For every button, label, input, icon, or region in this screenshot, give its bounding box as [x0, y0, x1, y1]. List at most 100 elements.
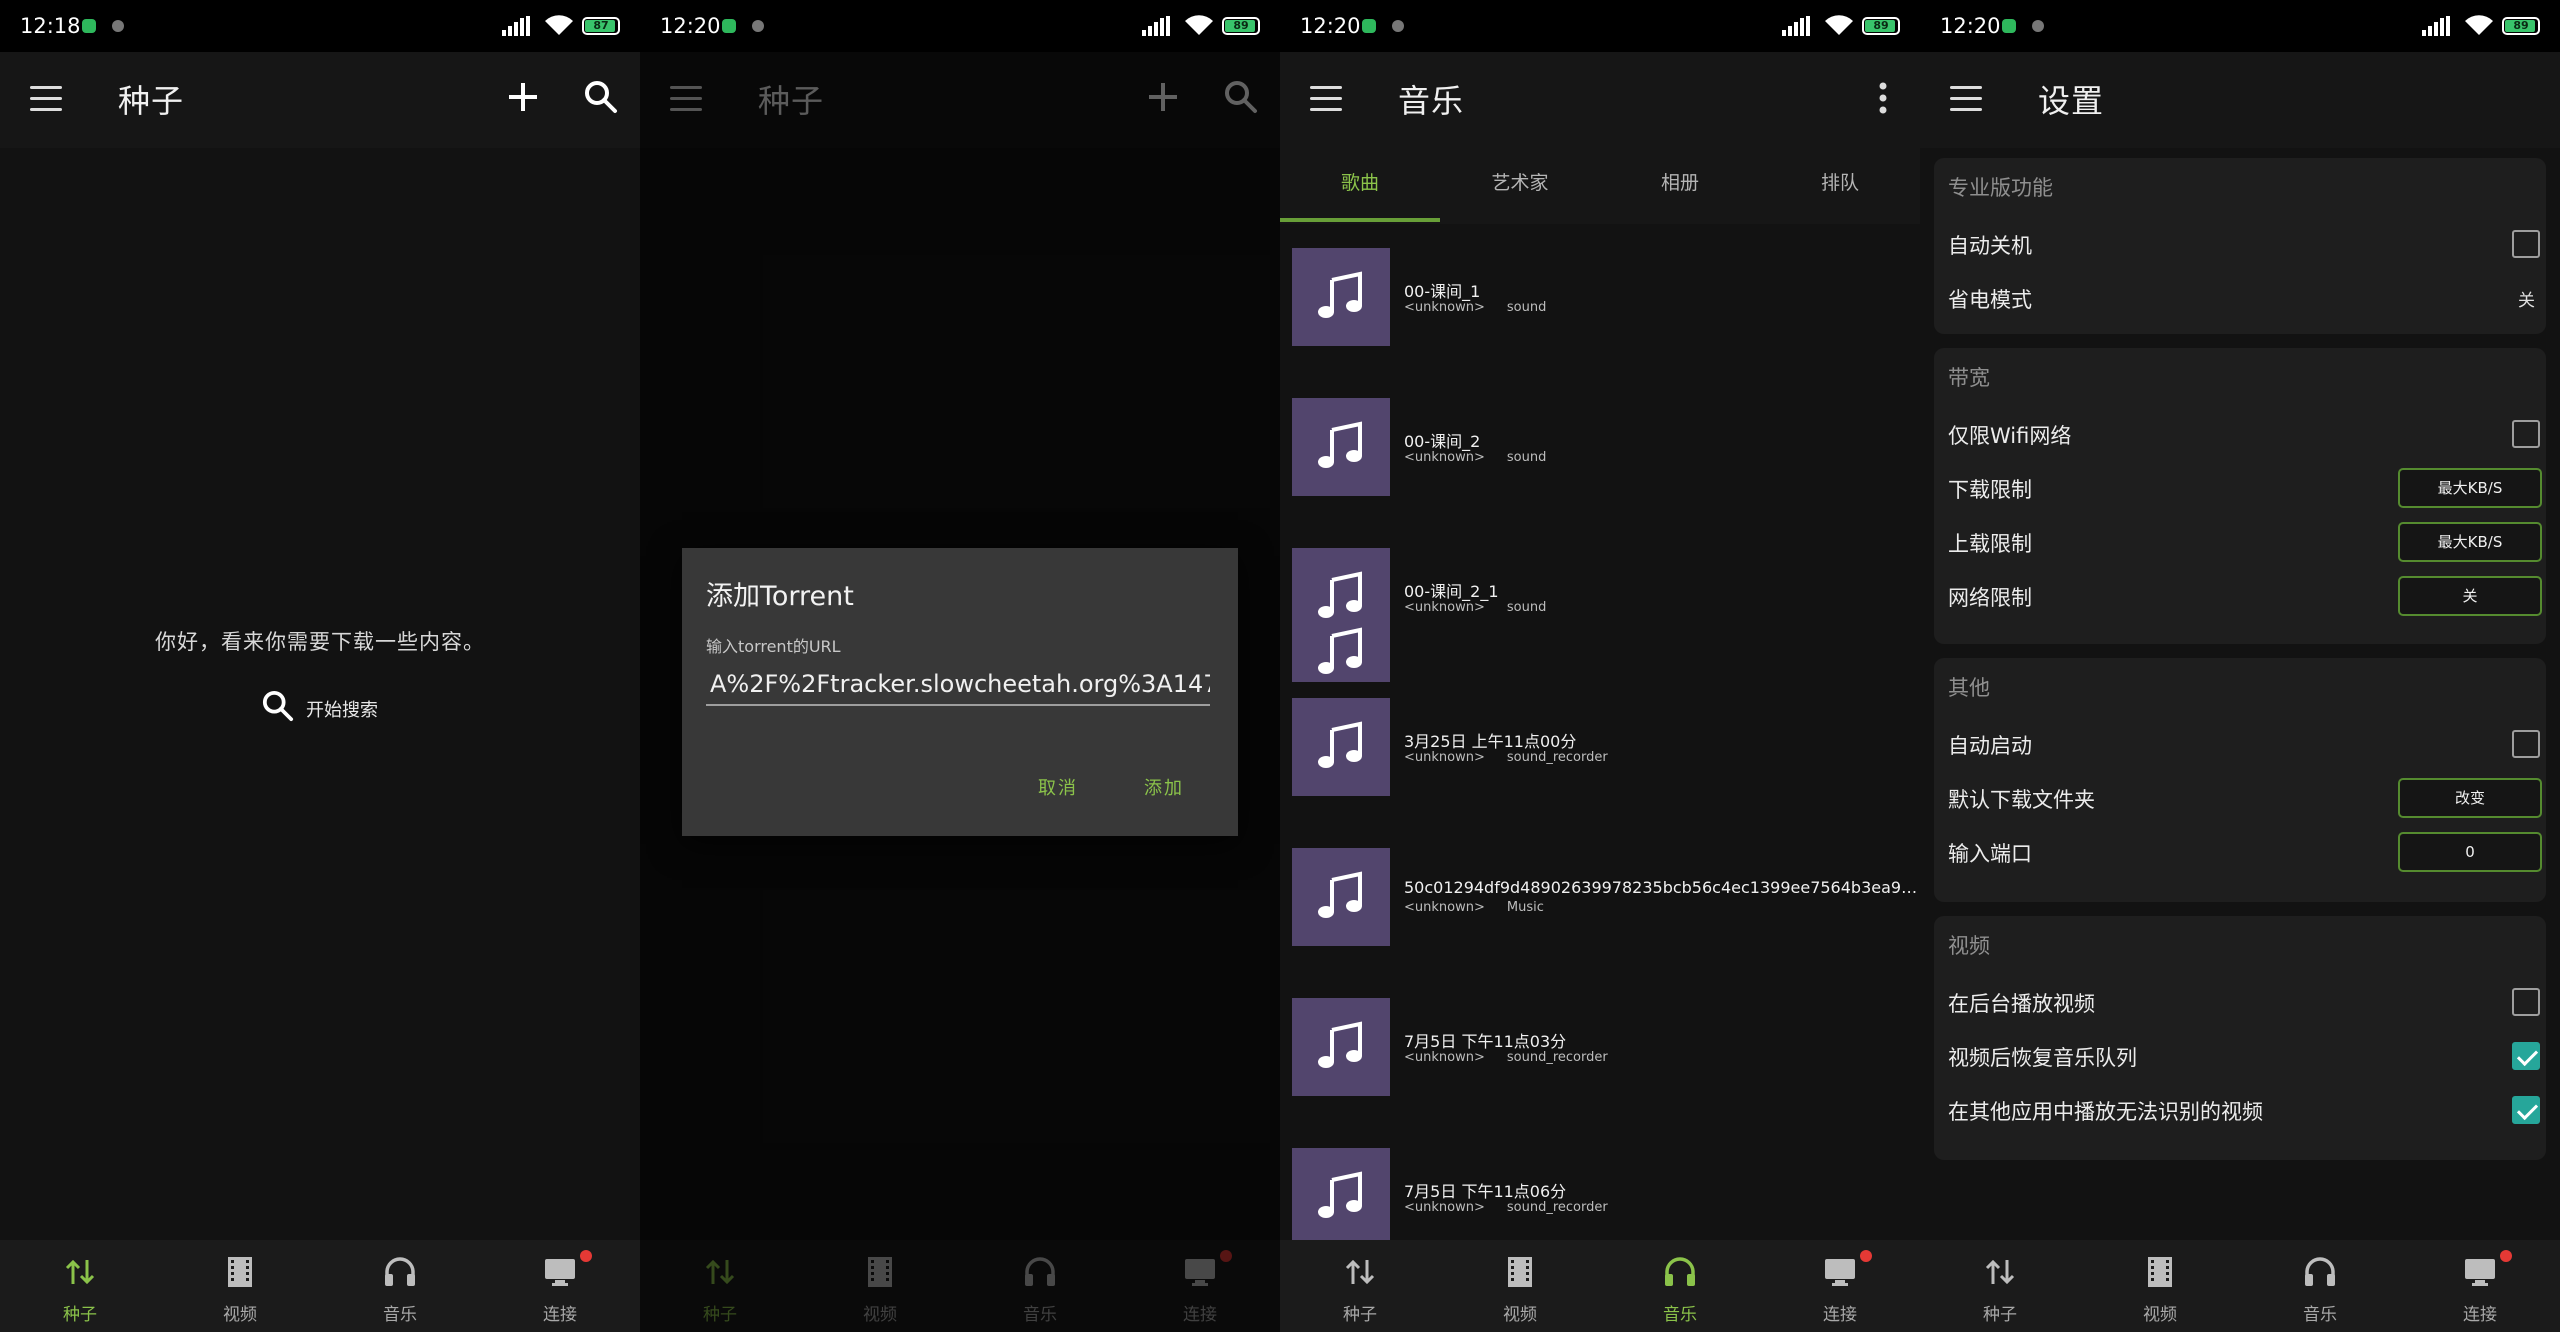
background-play-checkbox[interactable]	[2512, 988, 2540, 1016]
nav-music[interactable]: 音乐	[2240, 1240, 2400, 1332]
app-toolbar: 音乐	[1280, 52, 1920, 148]
song-item[interactable]: 7月5日 下午11点03分 <unknown> sound_recorder	[1292, 998, 1912, 1098]
nav-connect[interactable]: 连接	[2400, 1240, 2560, 1332]
port-input[interactable]: 0	[2398, 832, 2542, 872]
nav-label: 音乐	[1663, 1305, 1697, 1325]
song-album: sound_recorder	[1506, 1050, 1608, 1065]
torrent-url-input[interactable]: A%2F%2Ftracker.slowcheetah.org%3A14720	[706, 666, 1210, 706]
transfer-arrows-icon	[1345, 1259, 1375, 1285]
wifi-only-checkbox[interactable]	[2512, 420, 2540, 448]
monitor-icon	[545, 1259, 575, 1286]
notification-badge	[1860, 1250, 1872, 1262]
power-save-value[interactable]: 关	[2518, 286, 2535, 311]
song-artist: <unknown>	[1404, 300, 1485, 315]
auto-shutdown-checkbox[interactable]	[2512, 230, 2540, 258]
nav-video[interactable]: 视频	[160, 1240, 320, 1332]
torrents-screen: 12:18 87 种子 你好，看来你需要下载一些内容。 开始搜索 种子 视频 音…	[0, 0, 640, 1332]
play-unrecognized-checkbox[interactable]	[2512, 1096, 2540, 1124]
setting-label: 在其他应用中播放无法识别的视频	[1948, 1100, 2263, 1124]
nav-label: 连接	[1823, 1305, 1857, 1325]
app-toolbar: 种子	[0, 52, 640, 148]
album-art	[1292, 248, 1390, 346]
cancel-button[interactable]: 取消	[1038, 774, 1078, 800]
section-header: 其他	[1948, 676, 1990, 700]
auto-start-checkbox[interactable]	[2512, 730, 2540, 758]
music-note-icon	[1318, 421, 1362, 468]
status-bar: 12:20 89	[1920, 0, 2560, 52]
tab-songs[interactable]: 歌曲	[1280, 148, 1440, 224]
more-vert-icon[interactable]	[1878, 82, 1888, 114]
headphones-icon	[385, 1257, 415, 1286]
nav-torrents[interactable]: 种子	[1280, 1240, 1440, 1332]
tab-artists[interactable]: 艺术家	[1440, 148, 1600, 224]
battery-icon: 87	[582, 17, 620, 35]
upload-limit-button[interactable]: 最大KB/S	[2398, 522, 2542, 562]
wifi-icon	[1825, 15, 1853, 36]
song-title: 00-课间_1	[1404, 282, 1481, 301]
wifi-icon	[545, 15, 573, 36]
nav-connect[interactable]: 连接	[480, 1240, 640, 1332]
download-limit-button[interactable]: 最大KB/S	[2398, 468, 2542, 508]
tab-albums[interactable]: 相册	[1600, 148, 1760, 224]
notification-dot-icon	[752, 20, 764, 32]
nav-torrents[interactable]: 种子	[0, 1240, 160, 1332]
resume-music-checkbox[interactable]	[2512, 1042, 2540, 1070]
nav-music[interactable]: 音乐	[320, 1240, 480, 1332]
menu-icon[interactable]	[1950, 86, 1982, 112]
add-button[interactable]: 添加	[1144, 774, 1184, 800]
notification-icon	[1362, 19, 1376, 33]
album-art	[1292, 1148, 1390, 1246]
notification-icon	[82, 19, 96, 33]
nav-music[interactable]: 音乐	[1600, 1240, 1760, 1332]
change-folder-button[interactable]: 改变	[2398, 778, 2542, 818]
nav-connect[interactable]: 连接	[1760, 1240, 1920, 1332]
headphones-icon	[1665, 1257, 1695, 1286]
song-album: sound_recorder	[1506, 1200, 1608, 1215]
setting-label: 上载限制	[1948, 532, 2032, 556]
search-icon	[262, 690, 294, 722]
song-meta: <unknown> sound	[1404, 450, 1568, 465]
nav-torrents[interactable]: 种子	[1920, 1240, 2080, 1332]
setting-label: 省电模式	[1948, 288, 2032, 312]
nav-label: 音乐	[383, 1305, 417, 1325]
nav-video[interactable]: 视频	[1440, 1240, 1600, 1332]
start-search-button[interactable]: 开始搜索	[262, 690, 402, 724]
bottom-nav: 种子 视频 音乐 连接	[0, 1240, 640, 1332]
section-header: 带宽	[1948, 366, 1990, 390]
song-item[interactable]: 7月5日 下午11点06分 <unknown> sound_recorder	[1292, 1148, 1912, 1248]
song-item[interactable]: 50c01294df9d48902639978235bcb56c4ec1399e…	[1292, 848, 1917, 948]
monitor-icon	[2465, 1259, 2495, 1286]
section-header: 视频	[1948, 934, 1990, 958]
add-icon[interactable]	[507, 81, 539, 113]
song-item[interactable]: 00-课间_1 <unknown> sound	[1292, 248, 1912, 348]
page-title: 种子	[118, 82, 185, 120]
song-title: 7月5日 下午11点03分	[1404, 1032, 1567, 1051]
search-icon[interactable]	[584, 80, 618, 114]
song-artist: <unknown>	[1404, 600, 1485, 615]
battery-level: 89	[1233, 19, 1249, 32]
song-meta: <unknown> sound_recorder	[1404, 750, 1630, 765]
settings-screen: 12:20 89 设置 专业版功能 自动关机 省电模式 关 带宽 仅限Wifi网…	[1920, 0, 2560, 1332]
settings-card-pro: 专业版功能 自动关机 省电模式 关	[1934, 158, 2546, 334]
network-limit-button[interactable]: 关	[2398, 576, 2542, 616]
album-art	[1292, 998, 1390, 1096]
song-item[interactable]: 3月25日 上午11点00分 <unknown> sound_recorder	[1292, 698, 1912, 798]
music-note-icon	[1318, 627, 1362, 674]
tab-queue[interactable]: 排队	[1760, 148, 1920, 224]
nav-label: 连接	[2463, 1305, 2497, 1325]
album-art	[1292, 698, 1390, 796]
menu-icon[interactable]	[1310, 86, 1342, 112]
nav-video[interactable]: 视频	[2080, 1240, 2240, 1332]
nav-label: 视频	[223, 1305, 257, 1325]
nav-label: 连接	[543, 1305, 577, 1325]
signal-icon	[1782, 16, 1812, 36]
music-screen: 12:20 89 音乐 歌曲 艺术家 相册 排队 00-课间_1 <unknow…	[1280, 0, 1920, 1332]
song-item[interactable]: 00-课间_2 <unknown> sound	[1292, 398, 1912, 498]
status-time: 12:20	[1940, 14, 2001, 38]
menu-icon[interactable]	[30, 86, 62, 112]
signal-icon	[1142, 16, 1172, 36]
song-title: 7月5日 下午11点06分	[1404, 1182, 1567, 1201]
album-art	[1292, 848, 1390, 946]
signal-icon	[2422, 16, 2452, 36]
battery-level: 89	[1873, 19, 1889, 32]
